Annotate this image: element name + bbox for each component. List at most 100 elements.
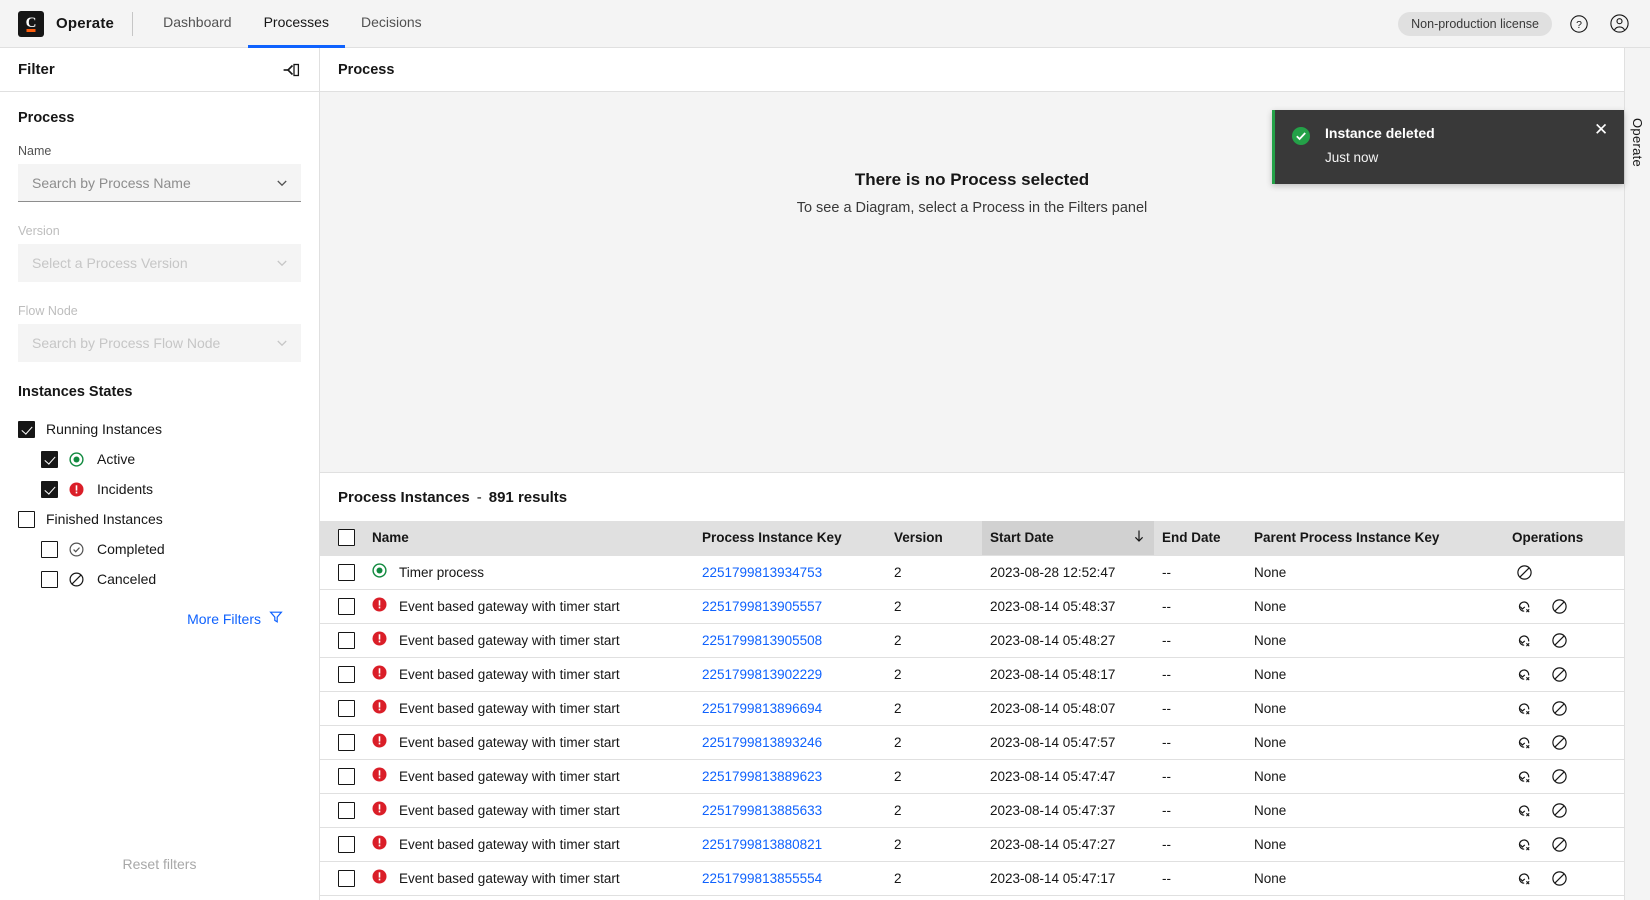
retry-icon[interactable] bbox=[1516, 768, 1533, 785]
table-row[interactable]: Event based gateway with timer start 2251… bbox=[320, 827, 1624, 862]
label-version: Version bbox=[18, 224, 60, 238]
process-version-select: Select a Process Version bbox=[18, 244, 301, 282]
checkbox-box bbox=[41, 450, 58, 468]
instance-name: Event based gateway with timer start bbox=[399, 632, 620, 648]
process-section-title: Process bbox=[18, 110, 75, 126]
checkbox-label: Active bbox=[97, 451, 136, 467]
cancel-icon[interactable] bbox=[1551, 632, 1568, 649]
checkbox-canceled[interactable]: Canceled bbox=[18, 564, 301, 594]
more-filters-button[interactable]: More Filters bbox=[18, 610, 301, 627]
retry-icon[interactable] bbox=[1516, 700, 1533, 717]
row-select-checkbox[interactable] bbox=[320, 657, 364, 692]
cancel-icon[interactable] bbox=[1551, 700, 1568, 717]
instances-list-header: Process Instances - 891 results bbox=[320, 473, 1624, 521]
right-rail-operate-tab[interactable]: Operate bbox=[1630, 118, 1645, 167]
process-name-select[interactable]: Search by Process Name bbox=[18, 164, 301, 202]
row-select-checkbox[interactable] bbox=[320, 589, 364, 624]
process-instance-key-link[interactable]: 2251799813934753 bbox=[702, 565, 822, 580]
table-header-row: Name Process Instance Key Version Start … bbox=[320, 521, 1624, 555]
table-row[interactable]: Event based gateway with timer start 2251… bbox=[320, 725, 1624, 760]
table-row[interactable]: Event based gateway with timer start 2251… bbox=[320, 657, 1624, 692]
retry-icon[interactable] bbox=[1516, 632, 1533, 649]
cancel-icon[interactable] bbox=[1516, 564, 1533, 581]
retry-icon[interactable] bbox=[1516, 734, 1533, 751]
process-instance-key-link[interactable]: 2251799813893246 bbox=[702, 735, 822, 750]
close-icon[interactable]: ✕ bbox=[1594, 121, 1610, 169]
table-row[interactable]: Event based gateway with timer start 2251… bbox=[320, 589, 1624, 624]
retry-icon[interactable] bbox=[1516, 598, 1533, 615]
process-instance-key-link[interactable]: 2251799813902229 bbox=[702, 667, 822, 682]
cell-process-instance-key: 2251799813905508 bbox=[694, 623, 886, 658]
cancel-icon[interactable] bbox=[1551, 768, 1568, 785]
checkbox-label: Incidents bbox=[97, 481, 154, 497]
checkbox-finished-instances[interactable]: Finished Instances bbox=[18, 504, 301, 534]
row-select-checkbox[interactable] bbox=[320, 691, 364, 726]
tab-decisions[interactable]: Decisions bbox=[345, 0, 438, 48]
incident-icon bbox=[372, 801, 387, 819]
checkbox-box bbox=[338, 631, 355, 649]
cell-name: Event based gateway with timer start bbox=[364, 725, 694, 760]
table-row[interactable]: Timer process 2251799813934753 2 2023-08-28… bbox=[320, 554, 1624, 590]
process-instance-key-link[interactable]: 2251799813905557 bbox=[702, 599, 822, 614]
tab-dashboard[interactable]: Dashboard bbox=[147, 0, 248, 48]
row-select-checkbox[interactable] bbox=[320, 759, 364, 794]
cancel-icon[interactable] bbox=[1551, 870, 1568, 887]
row-select-checkbox[interactable] bbox=[320, 861, 364, 896]
process-instance-key-link[interactable]: 2251799813896694 bbox=[702, 701, 822, 716]
checkbox-box bbox=[338, 801, 355, 819]
process-instance-key-link[interactable]: 2251799813880821 bbox=[702, 837, 822, 852]
row-select-checkbox[interactable] bbox=[320, 623, 364, 658]
help-circle-icon[interactable]: ? bbox=[1566, 11, 1592, 37]
checkbox-running-instances[interactable]: Running Instances bbox=[18, 414, 301, 444]
retry-icon[interactable] bbox=[1516, 666, 1533, 683]
header-name[interactable]: Name bbox=[364, 521, 694, 555]
retry-icon[interactable] bbox=[1516, 870, 1533, 887]
checkbox-incidents[interactable]: Incidents bbox=[18, 474, 301, 504]
table-row[interactable]: Event based gateway with timer start 2251… bbox=[320, 861, 1624, 896]
toast-subtitle: Just now bbox=[1325, 150, 1379, 165]
checkbox-active[interactable]: Active bbox=[18, 444, 301, 474]
process-instance-key-link[interactable]: 2251799813905508 bbox=[702, 633, 822, 648]
row-select-checkbox[interactable] bbox=[320, 827, 364, 862]
instance-name: Event based gateway with timer start bbox=[399, 700, 620, 716]
row-select-checkbox[interactable] bbox=[320, 554, 364, 590]
cancel-icon[interactable] bbox=[1551, 734, 1568, 751]
row-select-checkbox[interactable] bbox=[320, 793, 364, 828]
table-row[interactable]: Event based gateway with timer start 2251… bbox=[320, 793, 1624, 828]
header-start-date[interactable]: Start Date bbox=[982, 521, 1154, 555]
header-end-date[interactable]: End Date bbox=[1154, 521, 1246, 555]
checkbox-label: Finished Instances bbox=[46, 511, 163, 527]
reset-filters-button[interactable]: Reset filters bbox=[123, 856, 197, 872]
cancel-icon[interactable] bbox=[1551, 802, 1568, 819]
checkbox-box bbox=[18, 510, 35, 528]
table-row[interactable]: Event based gateway with timer start 2251… bbox=[320, 759, 1624, 794]
cell-name: Event based gateway with timer start bbox=[364, 623, 694, 658]
retry-icon[interactable] bbox=[1516, 802, 1533, 819]
process-instance-key-link[interactable]: 2251799813885633 bbox=[702, 803, 822, 818]
incident-icon bbox=[372, 869, 387, 887]
tab-processes[interactable]: Processes bbox=[247, 0, 345, 48]
header-select-all[interactable] bbox=[320, 521, 364, 555]
table-row[interactable]: Event based gateway with timer start 2251… bbox=[320, 691, 1624, 726]
row-select-checkbox[interactable] bbox=[320, 725, 364, 760]
header-process-instance-key[interactable]: Process Instance Key bbox=[694, 521, 886, 555]
cancel-icon[interactable] bbox=[1551, 598, 1568, 615]
cell-name: Event based gateway with timer start bbox=[364, 691, 694, 726]
filter-funnel-icon bbox=[269, 610, 283, 627]
process-instance-key-link[interactable]: 2251799813889623 bbox=[702, 769, 822, 784]
retry-icon[interactable] bbox=[1516, 836, 1533, 853]
process-name-placeholder: Search by Process Name bbox=[32, 174, 191, 191]
instances-states-title: Instances States bbox=[18, 384, 133, 400]
header-parent-process-instance-key[interactable]: Parent Process Instance Key bbox=[1246, 521, 1504, 555]
cancel-icon[interactable] bbox=[1551, 666, 1568, 683]
cancel-icon[interactable] bbox=[1551, 836, 1568, 853]
user-avatar-icon[interactable] bbox=[1606, 11, 1632, 37]
header-version[interactable]: Version bbox=[886, 521, 982, 555]
brand[interactable]: C Operate bbox=[0, 10, 130, 37]
collapse-panel-icon[interactable] bbox=[281, 60, 301, 80]
process-instance-key-link[interactable]: 2251799813855554 bbox=[702, 871, 822, 886]
table-row[interactable]: Event based gateway with timer start 2251… bbox=[320, 623, 1624, 658]
checkbox-box bbox=[338, 869, 355, 887]
checkbox-completed[interactable]: Completed bbox=[18, 534, 301, 564]
chevron-down-icon bbox=[275, 336, 289, 350]
